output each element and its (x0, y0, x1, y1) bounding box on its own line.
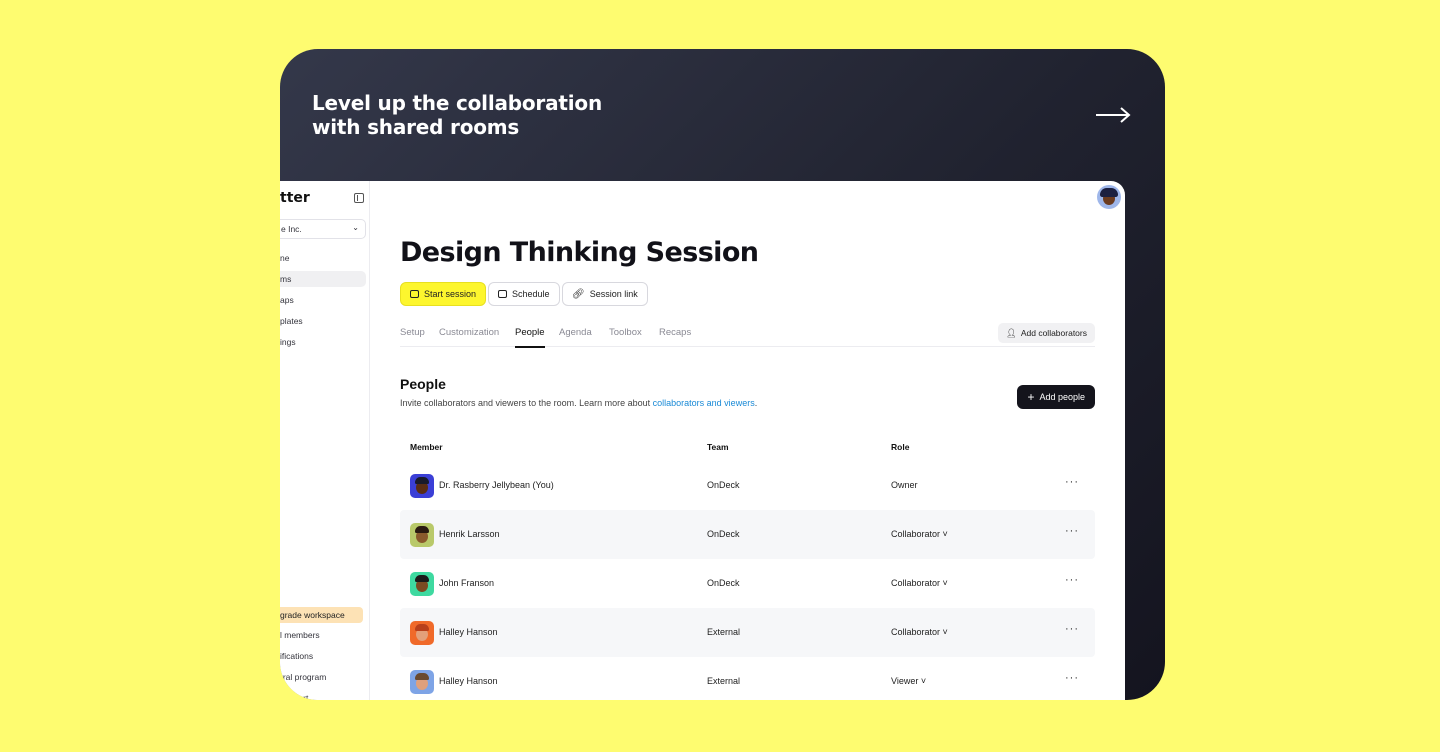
tab-toolbox[interactable]: Toolbox (609, 327, 642, 346)
app-window: tter e Inc. ⌄ ne ms aps plates ings grad… (280, 181, 1125, 700)
main-content: Design Thinking Session Start session Sc… (400, 181, 1095, 700)
sidebar-item-rooms[interactable]: ms (280, 271, 366, 287)
link-icon: 🔗︎ (572, 288, 585, 300)
add-collaborators-label: Add collaborators (1020, 328, 1087, 338)
member-team: OnDeck (707, 578, 740, 588)
table-row: Halley Hanson External Collaborator ˅ ··· (400, 608, 1095, 657)
tab-setup[interactable]: Setup (400, 327, 425, 346)
play-icon (410, 290, 419, 298)
member-team: OnDeck (707, 529, 740, 539)
member-name: Halley Hanson (439, 627, 498, 637)
member-name: Dr. Rasberry Jellybean (You) (439, 480, 554, 490)
avatar-hair (415, 673, 429, 680)
column-team: Team (707, 442, 729, 452)
more-options-icon[interactable]: ··· (1065, 525, 1079, 537)
arrow-right-icon[interactable] (1095, 105, 1131, 125)
avatar-hair (415, 575, 429, 582)
people-heading: People (400, 376, 446, 392)
add-people-label: Add people (1039, 392, 1085, 402)
sidebar-item-templates[interactable]: plates (280, 313, 366, 329)
column-member: Member (410, 442, 443, 452)
workspace-select[interactable]: e Inc. ⌄ (280, 219, 366, 239)
table-row: John Franson OnDeck Collaborator ˅ ··· (400, 559, 1095, 608)
sidebar-item-referral[interactable]: rral program (280, 672, 326, 682)
member-name: Halley Hanson (439, 676, 498, 686)
session-link-button[interactable]: 🔗︎ Session link (562, 282, 648, 306)
desc-suffix: . (754, 398, 758, 408)
member-name: John Franson (439, 578, 495, 588)
learn-more-link[interactable]: collaborators and viewers (653, 398, 755, 408)
tab-agenda[interactable]: Agenda (559, 327, 592, 346)
member-team: External (707, 676, 741, 686)
calendar-icon (498, 290, 507, 298)
table-row: Halley Hanson External Viewer ˅ ··· (400, 657, 1095, 700)
promo-headline: Level up the collaboration with shared r… (312, 91, 602, 139)
plus-icon: + (1027, 390, 1035, 404)
member-team: External (707, 627, 741, 637)
session-link-label: Session link (589, 289, 638, 299)
page-title: Design Thinking Session (400, 237, 759, 268)
member-role[interactable]: Collaborator ˅ (891, 529, 948, 539)
headline-line-2: with shared rooms (312, 115, 520, 139)
avatar-hair (415, 477, 429, 484)
member-avatar (410, 670, 434, 694)
table-row: Dr. Rasberry Jellybean (You) OnDeck Owner ·… (400, 461, 1095, 510)
more-options-icon[interactable]: ··· (1065, 623, 1079, 635)
member-avatar (410, 572, 434, 596)
column-role: Role (891, 442, 910, 452)
table-row: Henrik Larsson OnDeck Collaborator ˅ ··· (400, 510, 1095, 559)
more-options-icon[interactable]: ··· (1065, 476, 1079, 488)
sidebar-item-settings[interactable]: ings (280, 334, 366, 350)
promo-card: Level up the collaboration with shared r… (280, 49, 1165, 700)
desc-text: Invite collaborators and viewers to the … (400, 398, 653, 408)
people-description: Invite collaborators and viewers to the … (400, 398, 757, 408)
member-avatar (410, 474, 434, 498)
tab-customization[interactable]: Customization (439, 327, 499, 346)
sidebar-item-maps[interactable]: aps (280, 292, 366, 308)
member-avatar (410, 621, 434, 645)
sidebar-item-home[interactable]: ne (280, 250, 366, 266)
workspace-name: e Inc. (281, 224, 302, 234)
avatar-hair (415, 526, 429, 533)
tab-recaps[interactable]: Recaps (659, 327, 691, 346)
tab-people[interactable]: People (515, 327, 545, 348)
member-team: OnDeck (707, 480, 740, 490)
avatar-hair (415, 624, 429, 631)
headline-line-1: Level up the collaboration (312, 91, 602, 115)
collapse-sidebar-icon[interactable] (354, 193, 364, 203)
user-avatar[interactable] (1097, 185, 1121, 209)
member-role[interactable]: Collaborator ˅ (891, 578, 948, 588)
add-collaborators-button[interactable]: 👤︎ Add collaborators (998, 323, 1095, 343)
member-role: Owner (891, 480, 918, 490)
sidebar-item-support[interactable]: support (280, 693, 308, 700)
add-people-button[interactable]: + Add people (1017, 385, 1095, 409)
member-name: Henrik Larsson (439, 529, 500, 539)
member-role[interactable]: Collaborator ˅ (891, 627, 948, 637)
brand-logo: tter (280, 190, 310, 206)
sidebar: tter e Inc. ⌄ ne ms aps plates ings grad… (280, 181, 370, 700)
user-plus-icon: 👤︎ (1006, 327, 1017, 338)
sidebar-item-members[interactable]: l members (280, 630, 320, 640)
schedule-button[interactable]: Schedule (488, 282, 560, 306)
upgrade-workspace-button[interactable]: grade workspace (280, 607, 363, 623)
more-options-icon[interactable]: ··· (1065, 672, 1079, 684)
start-session-label: Start session (424, 289, 477, 299)
start-session-button[interactable]: Start session (400, 282, 487, 306)
more-options-icon[interactable]: ··· (1065, 574, 1079, 586)
sidebar-item-notifications[interactable]: ifications (280, 651, 313, 661)
tab-bar: Setup Customization People Agenda Toolbo… (400, 319, 1095, 348)
member-avatar (410, 523, 434, 547)
member-role[interactable]: Viewer ˅ (891, 676, 926, 686)
chevron-down-icon: ⌄ (352, 223, 359, 232)
schedule-label: Schedule (512, 289, 550, 299)
